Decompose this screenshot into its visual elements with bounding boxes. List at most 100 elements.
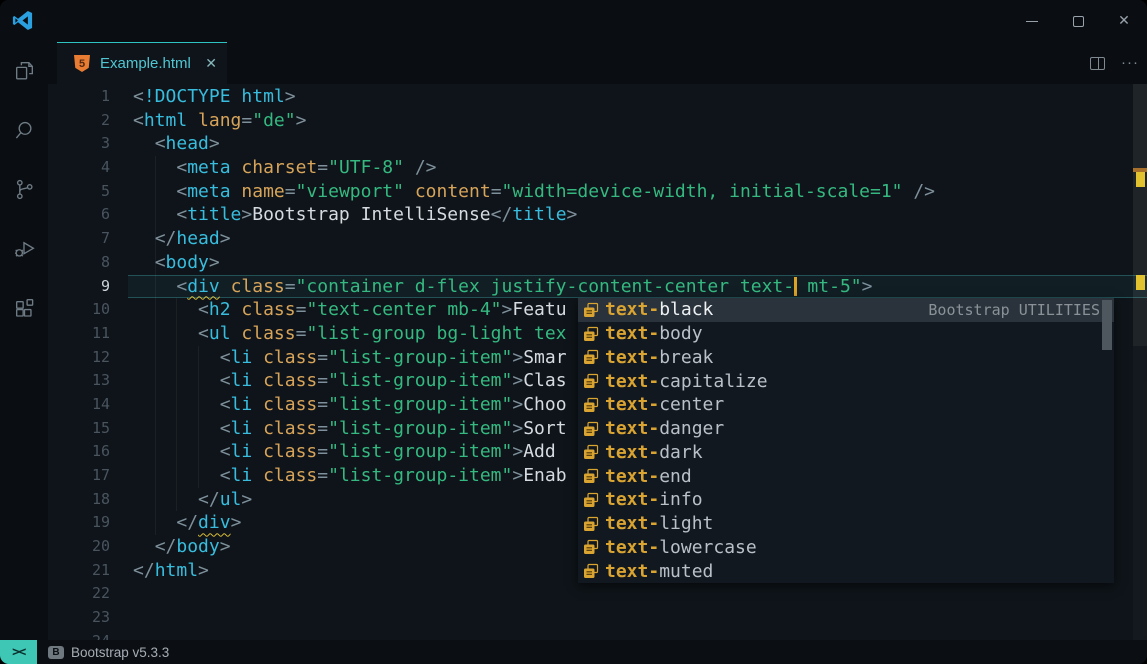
code-text: <body> bbox=[133, 251, 220, 275]
suggestion-label: text-center bbox=[605, 393, 724, 416]
suggestion-item[interactable]: text-end bbox=[578, 464, 1114, 488]
suggestion-item[interactable]: text-muted bbox=[578, 559, 1114, 583]
suggestion-item[interactable]: text-lowercase bbox=[578, 536, 1114, 560]
suggestion-label: text-capitalize bbox=[605, 370, 768, 393]
suggestion-item[interactable]: text-dark bbox=[578, 441, 1114, 465]
sidebar-item-explorer[interactable] bbox=[12, 58, 37, 83]
code-text: <li class="list-group-item">Clas bbox=[133, 369, 567, 393]
code-line[interactable]: 6 <title>Bootstrap IntelliSense</title> bbox=[48, 203, 1147, 227]
suggest-scrollbar-thumb[interactable] bbox=[1102, 300, 1112, 350]
line-number: 10 bbox=[48, 298, 110, 322]
suggestion-label: text-break bbox=[605, 346, 713, 369]
extensions-icon bbox=[12, 296, 37, 321]
tab-close-icon[interactable]: ✕ bbox=[205, 56, 217, 72]
close-icon: ✕ bbox=[1118, 13, 1130, 29]
line-number: 19 bbox=[48, 511, 110, 535]
suggestion-item[interactable]: text-info bbox=[578, 488, 1114, 512]
split-editor-icon[interactable] bbox=[1090, 57, 1105, 70]
code-text: </head> bbox=[133, 227, 231, 251]
code-text: <html lang="de"> bbox=[133, 109, 306, 133]
code-line[interactable]: 4 <meta charset="UTF-8" /> bbox=[48, 156, 1147, 180]
suggestion-detail: Bootstrap UTILITIES bbox=[928, 301, 1114, 319]
remote-indicator[interactable]: >< bbox=[0, 640, 37, 664]
css-class-suggestion-icon bbox=[583, 373, 599, 389]
code-line[interactable]: 3 <head> bbox=[48, 132, 1147, 156]
title-bar: ✕ bbox=[0, 0, 1147, 42]
code-line[interactable]: 5 <meta name="viewport" content="width=d… bbox=[48, 180, 1147, 204]
sidebar-item-run-debug[interactable] bbox=[12, 236, 37, 261]
tab-example-html[interactable]: 5 Example.html ✕ bbox=[57, 42, 227, 84]
code-line[interactable]: 9 <div class="container d-flex justify-c… bbox=[48, 275, 1147, 299]
line-number: 5 bbox=[48, 180, 110, 204]
sidebar-item-extensions[interactable] bbox=[12, 296, 37, 321]
code-text: <ul class="list-group bg-light tex bbox=[133, 322, 567, 346]
vscode-logo-icon bbox=[11, 9, 34, 32]
activity-bar bbox=[0, 42, 48, 640]
suggestion-label: text-light bbox=[605, 512, 713, 535]
code-line[interactable]: 7 </head> bbox=[48, 227, 1147, 251]
search-icon bbox=[12, 118, 37, 143]
sidebar-item-search[interactable] bbox=[12, 118, 37, 143]
code-text: <li class="list-group-item">Sort bbox=[133, 417, 567, 441]
line-number: 24 bbox=[48, 630, 110, 640]
bootstrap-version-label: Bootstrap v5.3.3 bbox=[71, 645, 169, 660]
line-number: 20 bbox=[48, 535, 110, 559]
line-number: 13 bbox=[48, 369, 110, 393]
code-line[interactable]: 2<html lang="de"> bbox=[48, 109, 1147, 133]
suggestion-item[interactable]: text-body bbox=[578, 322, 1114, 346]
line-number: 23 bbox=[48, 606, 110, 630]
suggestion-label: text-dark bbox=[605, 441, 703, 464]
more-actions-icon[interactable]: ··· bbox=[1121, 58, 1139, 68]
code-text: <head> bbox=[133, 132, 220, 156]
code-line[interactable]: 24 bbox=[48, 630, 1147, 640]
maximize-button[interactable] bbox=[1055, 0, 1101, 42]
html5-file-icon: 5 bbox=[74, 55, 90, 72]
minimize-button[interactable] bbox=[1009, 0, 1055, 42]
line-number: 22 bbox=[48, 582, 110, 606]
code-text: </ul> bbox=[133, 488, 252, 512]
line-number: 21 bbox=[48, 559, 110, 583]
suggestion-label: text-black bbox=[605, 298, 713, 321]
close-button[interactable]: ✕ bbox=[1101, 0, 1147, 42]
css-class-suggestion-icon bbox=[583, 444, 599, 460]
line-number: 14 bbox=[48, 393, 110, 417]
code-text: <li class="list-group-item">Enab bbox=[133, 464, 567, 488]
code-text: <li class="list-group-item">Choo bbox=[133, 393, 567, 417]
minimize-icon bbox=[1026, 21, 1038, 22]
suggestion-item[interactable]: text-danger bbox=[578, 417, 1114, 441]
suggest-list: text-blackBootstrap UTILITIES text-body … bbox=[578, 298, 1114, 583]
status-item-bootstrap[interactable]: B Bootstrap v5.3.3 bbox=[48, 640, 169, 664]
suggestion-item[interactable]: text-center bbox=[578, 393, 1114, 417]
code-text: <title>Bootstrap IntelliSense</title> bbox=[133, 203, 577, 227]
css-class-suggestion-icon bbox=[583, 539, 599, 555]
code-text: <!DOCTYPE html> bbox=[133, 85, 296, 109]
code-line[interactable]: 8 <body> bbox=[48, 251, 1147, 275]
suggestion-item[interactable]: text-break bbox=[578, 346, 1114, 370]
suggestion-item[interactable]: text-black Bootstrap UTILITIES bbox=[578, 298, 1114, 322]
files-icon bbox=[12, 58, 37, 83]
line-number: 1 bbox=[48, 85, 110, 109]
suggestion-item[interactable]: text-capitalize bbox=[578, 369, 1114, 393]
code-text: <meta name="viewport" content="width=dev… bbox=[133, 180, 935, 204]
line-number: 4 bbox=[48, 156, 110, 180]
code-text: <div class="container d-flex justify-con… bbox=[133, 275, 872, 299]
maximize-icon bbox=[1073, 16, 1084, 27]
code-line[interactable]: 1 <!DOCTYPE html> bbox=[48, 85, 1147, 109]
code-line[interactable]: 23 bbox=[48, 606, 1147, 630]
suggestion-label: text-body bbox=[605, 322, 703, 345]
code-text: <li class="list-group-item">Smar bbox=[133, 346, 567, 370]
overview-ruler-warning-marker bbox=[1136, 275, 1145, 290]
bootstrap-icon: B bbox=[48, 646, 64, 659]
scrollbar-slider[interactable] bbox=[1133, 84, 1147, 346]
remote-icon: >< bbox=[12, 645, 25, 660]
css-class-suggestion-icon bbox=[583, 516, 599, 532]
suggestion-item[interactable]: text-light bbox=[578, 512, 1114, 536]
debug-icon bbox=[12, 236, 37, 261]
code-editor[interactable]: 1 <!DOCTYPE html>2<html lang="de">3 <head… bbox=[48, 84, 1147, 640]
code-line[interactable]: 22 bbox=[48, 582, 1147, 606]
sidebar-item-source-control[interactable] bbox=[12, 177, 37, 202]
tab-bar: 5 Example.html ✕ ··· bbox=[48, 42, 1147, 84]
overview-ruler-warning-marker bbox=[1136, 172, 1145, 187]
code-text: <meta charset="UTF-8" /> bbox=[133, 156, 437, 180]
line-number: 7 bbox=[48, 227, 110, 251]
